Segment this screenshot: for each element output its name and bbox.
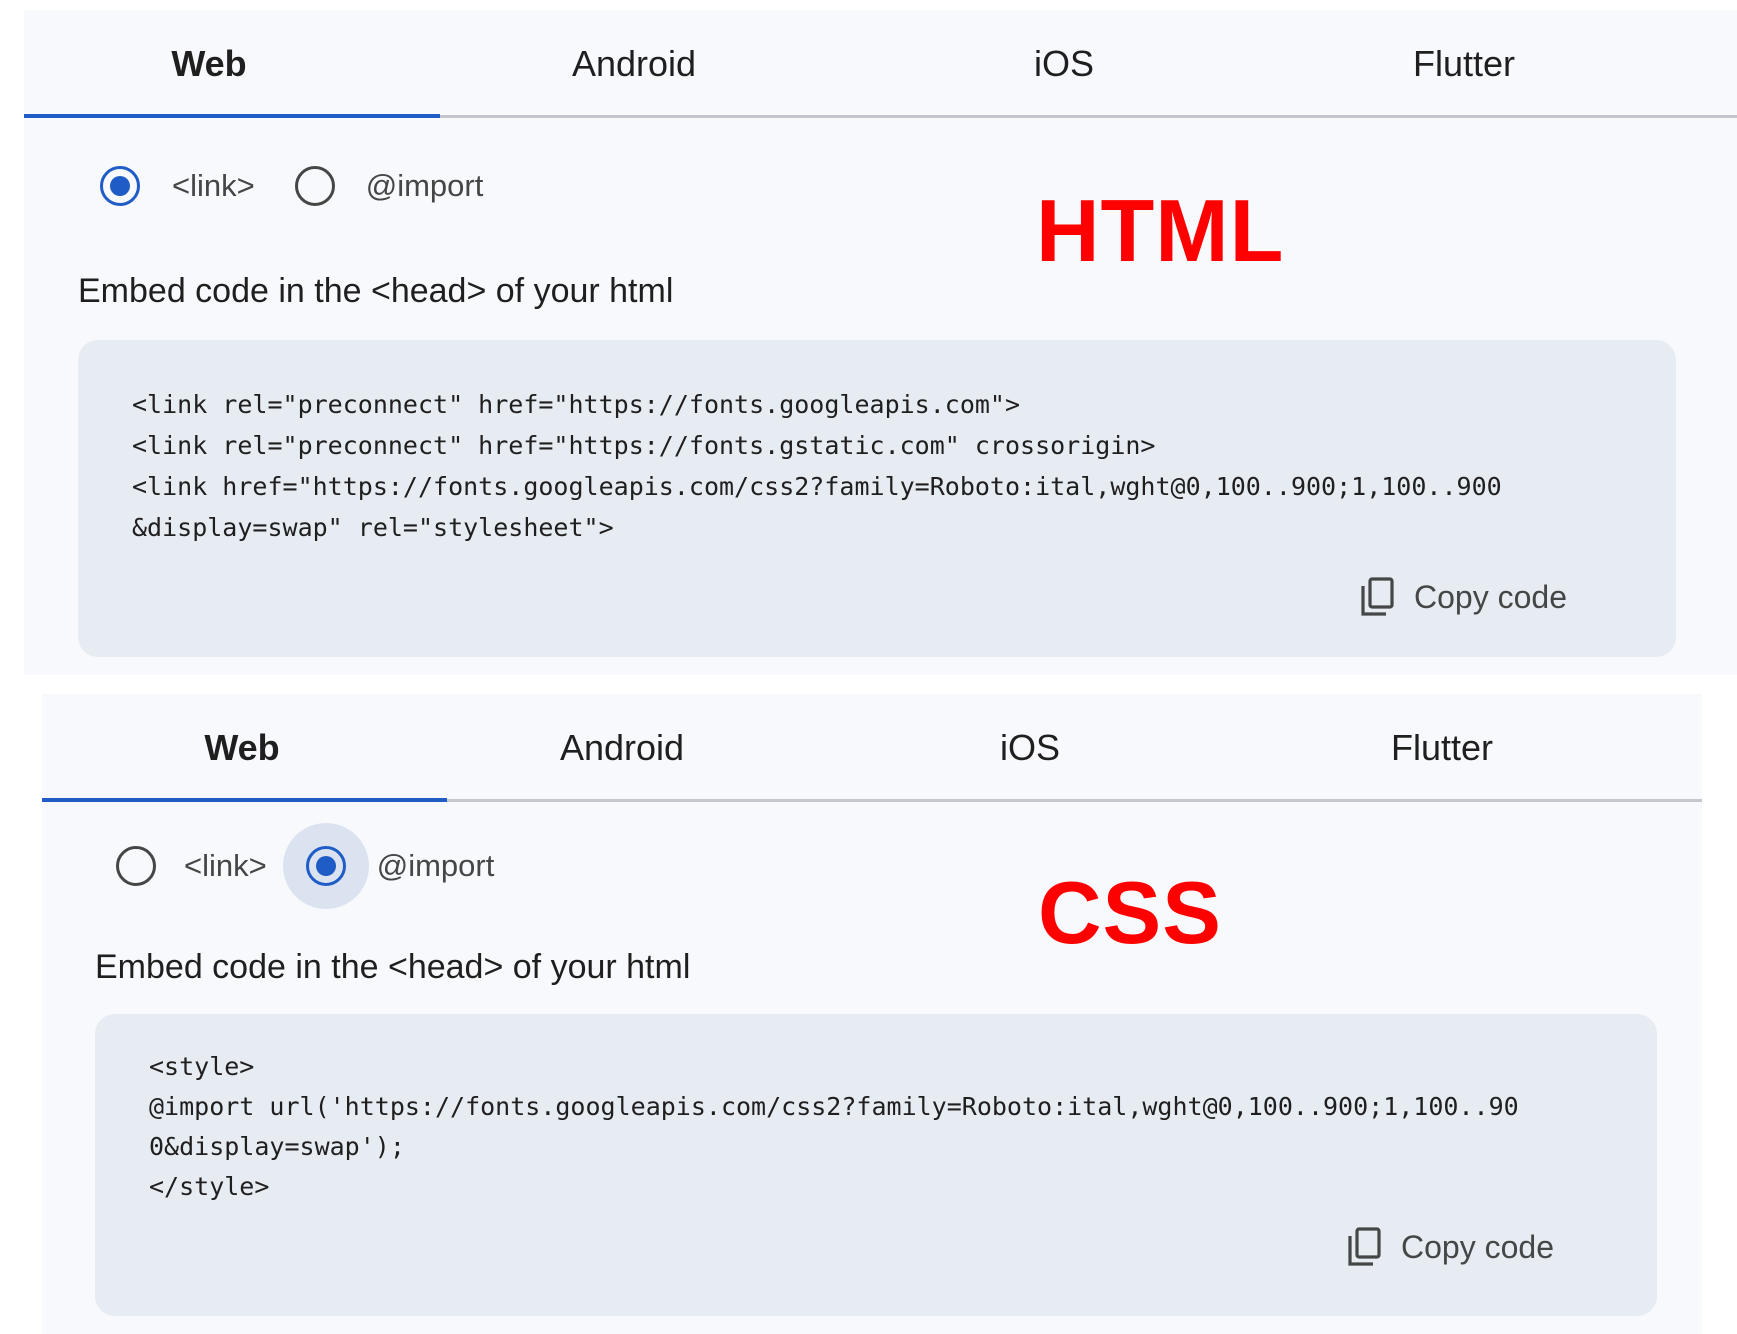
code-line: 0&display=swap'); bbox=[149, 1132, 405, 1161]
embed-instructions: Embed code in the <head> of your html bbox=[95, 948, 691, 986]
code-line: &display=swap" rel="stylesheet"> bbox=[132, 513, 614, 542]
code-line: <link href="https://fonts.googleapis.com… bbox=[132, 472, 1502, 501]
code-line: </style> bbox=[149, 1172, 270, 1201]
tab-web[interactable]: Web bbox=[24, 10, 394, 118]
platform-tabs: Web Android iOS Flutter bbox=[24, 10, 1737, 118]
code-line: <style> bbox=[149, 1052, 255, 1081]
active-tab-indicator bbox=[24, 114, 440, 118]
css-overlay-label: CSS bbox=[1038, 863, 1222, 962]
embed-instructions: Embed code in the <head> of your html bbox=[78, 272, 674, 310]
active-tab-indicator bbox=[42, 798, 447, 802]
code-snippet: <style> @import url('https://fonts.googl… bbox=[95, 1014, 1657, 1316]
link-radio[interactable] bbox=[100, 166, 140, 206]
code-line: @import url('https://fonts.googleapis.co… bbox=[149, 1092, 1519, 1121]
tab-android[interactable]: Android bbox=[472, 694, 772, 802]
code-line: <link rel="preconnect" href="https://fon… bbox=[132, 431, 1156, 460]
platform-tabs: Web Android iOS Flutter bbox=[42, 694, 1702, 802]
import-radio[interactable] bbox=[305, 846, 346, 886]
import-radio[interactable] bbox=[294, 166, 335, 206]
copy-code-button[interactable]: Copy code bbox=[1347, 1226, 1554, 1268]
import-radio-focus[interactable] bbox=[282, 823, 369, 909]
link-option-label[interactable]: <link> bbox=[172, 168, 255, 204]
html-overlay-label: HTML bbox=[1036, 181, 1285, 280]
tab-web[interactable]: Web bbox=[42, 694, 442, 802]
link-radio[interactable] bbox=[116, 846, 156, 886]
copy-code-button[interactable]: Copy code bbox=[1360, 576, 1567, 618]
embed-panel-link: Web Android iOS Flutter <link> @import H… bbox=[24, 10, 1737, 675]
embed-panel-import: Web Android iOS Flutter <link> @import C… bbox=[42, 694, 1702, 1334]
tab-flutter[interactable]: Flutter bbox=[1354, 10, 1574, 118]
copy-code-label: Copy code bbox=[1414, 578, 1567, 615]
link-option-label[interactable]: <link> bbox=[184, 848, 267, 884]
tab-flutter[interactable]: Flutter bbox=[1332, 694, 1552, 802]
tab-android[interactable]: Android bbox=[484, 10, 784, 118]
code-snippet: <link rel="preconnect" href="https://fon… bbox=[78, 340, 1676, 657]
import-option-label[interactable]: @import bbox=[377, 848, 495, 884]
copy-code-label: Copy code bbox=[1401, 1228, 1554, 1265]
code-line: <link rel="preconnect" href="https://fon… bbox=[132, 390, 1021, 419]
copy-icon bbox=[1348, 1227, 1381, 1266]
import-option-label[interactable]: @import bbox=[366, 168, 484, 204]
embed-type-options: <link> @import bbox=[116, 823, 494, 909]
tab-ios[interactable]: iOS bbox=[984, 10, 1144, 118]
embed-type-options: <link> @import bbox=[100, 166, 483, 206]
tab-ios[interactable]: iOS bbox=[950, 694, 1110, 802]
copy-icon bbox=[1361, 577, 1394, 616]
